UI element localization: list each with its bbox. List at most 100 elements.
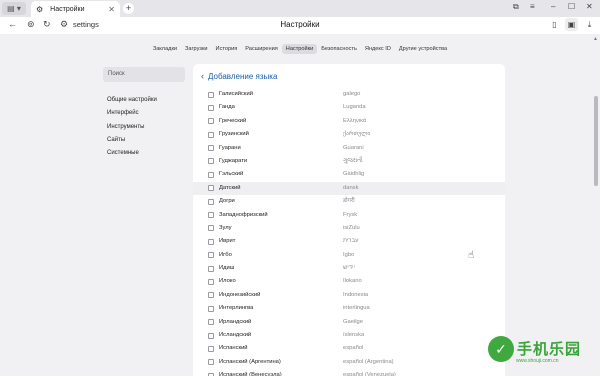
language-native-name: Luganda [343,104,366,111]
language-native-name: interlingua [343,305,370,312]
language-checkbox[interactable] [208,332,214,339]
tab-list-button[interactable]: ▤ ▾ [2,2,26,15]
language-checkbox[interactable] [208,292,214,299]
watermark-badge-icon: ✓ [488,336,514,362]
language-row[interactable]: Греческий Ελληνικά [193,115,505,128]
language-row[interactable]: Идиш ייִדיש [193,262,505,275]
language-name: Испанский (Венесуэла) [219,372,282,376]
language-row[interactable]: Испанский (Аргентина) español (Argentina) [193,356,505,369]
sidebar-item[interactable]: Инструменты [103,121,187,134]
language-name: Испанский [219,345,248,352]
language-row[interactable]: Гэльский Gàidhlig [193,168,505,181]
language-list: Галисийский galego Ганда Luganda Греческий Ελ… [193,88,505,376]
window-close-icon[interactable]: ✕ [586,2,593,11]
tab-3[interactable]: Расширения [241,44,282,54]
language-checkbox[interactable] [208,212,214,219]
tab-6[interactable]: Яндекс ID [361,44,395,54]
close-icon[interactable]: ✕ [108,5,115,14]
toolbar: ← ⊚ ↻ ⚙ settings Настройки ▯ ▣ ⤓ [0,17,600,34]
language-checkbox[interactable] [208,359,214,366]
tab-title: Настройки [50,5,85,13]
tab-1[interactable]: Загрузки [181,44,212,54]
language-name: Западнофризский [219,211,268,218]
language-name: Гэльский [219,171,244,178]
language-checkbox[interactable] [208,238,214,245]
language-row[interactable]: Гуарани Guarani [193,142,505,155]
window-copy-icon[interactable]: ⧉ [513,2,519,12]
sidebar-item[interactable]: Системные [103,147,187,160]
add-language-panel: ‹ Добавление языка Галисийский galego Ганд… [193,64,505,376]
language-row[interactable]: Догри डोगरी [193,195,505,208]
language-row[interactable]: Илоко Ilokano [193,275,505,288]
tab-5[interactable]: Безопасность [317,44,361,54]
tab-7[interactable]: Другие устройства [395,44,451,54]
language-row[interactable]: Интерлингва interlingua [193,302,505,315]
language-checkbox[interactable] [208,305,214,312]
scrollbar-thumb[interactable] [594,96,598,186]
menu-icon[interactable]: ≡ [530,2,535,11]
language-row[interactable]: Грузинский ქართული [193,128,505,141]
language-checkbox[interactable] [208,91,214,98]
watermark-text: 手机乐园 [517,341,582,358]
language-name: Ирландский [219,318,252,325]
language-checkbox[interactable] [208,252,214,259]
language-name: Идиш [219,265,235,272]
language-row[interactable]: Игбо Igbo [193,249,505,262]
language-row[interactable]: Испанский español [193,342,505,355]
language-checkbox[interactable] [208,145,214,152]
bookmark-icon[interactable]: ▯ [548,18,561,31]
language-row[interactable]: Галисийский galego [193,88,505,101]
maximize-icon[interactable]: ☐ [568,2,575,11]
language-row[interactable]: Исландский íslenska [193,329,505,342]
language-native-name: español [343,345,364,352]
settings-nav: Закладки Загрузки История Расширения Настрой… [0,44,600,56]
language-checkbox[interactable] [208,158,214,165]
collections-icon[interactable]: ▣ [565,18,578,31]
chevron-left-icon[interactable]: ‹ [201,71,204,81]
tab-list-icon: ▤ ▾ [7,4,21,13]
language-name: Гуджарати [219,157,248,164]
language-checkbox[interactable] [208,225,214,232]
language-name: Датский [219,184,241,191]
language-checkbox[interactable] [208,265,214,272]
search-input[interactable]: Поиск [103,67,185,82]
tab-2[interactable]: История [212,44,242,54]
language-checkbox[interactable] [208,319,214,326]
language-checkbox[interactable] [208,185,214,192]
language-native-name: Gaeilge [343,318,363,325]
language-checkbox[interactable] [208,345,214,352]
language-row[interactable]: Индонезийский Indonesia [193,289,505,302]
language-row[interactable]: Гуджарати ગુજરાતી [193,155,505,168]
language-native-name: español (Venezuela) [343,372,396,376]
settings-sidebar: Поиск Общие настройки Интерфейс Инструмент… [103,67,187,160]
language-checkbox[interactable] [208,171,214,178]
tab-0[interactable]: Закладки [149,44,181,54]
language-native-name: Ελληνικά [343,117,367,124]
plus-icon[interactable]: + [123,3,134,14]
scroll-up-icon[interactable]: ▲ [593,36,598,42]
language-row[interactable]: Ирландский Gaeilge [193,316,505,329]
minimize-icon[interactable]: – [551,2,555,11]
download-icon[interactable]: ⤓ [583,18,596,31]
language-name: Греческий [219,117,247,124]
language-checkbox[interactable] [208,278,214,285]
sidebar-item[interactable]: Сайты [103,134,187,147]
panel-header[interactable]: ‹ Добавление языка [201,71,277,81]
tab-settings[interactable]: ⚙ Настройки ✕ [31,1,120,17]
language-checkbox[interactable] [208,118,214,125]
language-checkbox[interactable] [208,198,214,205]
tab-4[interactable]: Настройки [281,44,318,54]
language-row[interactable]: Ганда Luganda [193,101,505,114]
sidebar-item[interactable]: Интерфейс [103,107,187,120]
language-checkbox[interactable] [208,104,214,111]
language-row[interactable]: Иврит עברית [193,235,505,248]
page-scrollbar[interactable]: ▲ [592,34,600,376]
language-row[interactable]: Испанский (Венесуэла) español (Venezuela) [193,369,505,376]
language-row[interactable]: Западнофризский Frysk [193,209,505,222]
language-row[interactable]: Датский dansk [193,181,505,196]
language-name: Догри [219,198,235,205]
watermark-subtext: www.shouji.com.cn [516,358,559,364]
sidebar-item[interactable]: Общие настройки [103,94,187,107]
language-checkbox[interactable] [208,131,214,138]
language-row[interactable]: Зулу isiZulu [193,222,505,235]
